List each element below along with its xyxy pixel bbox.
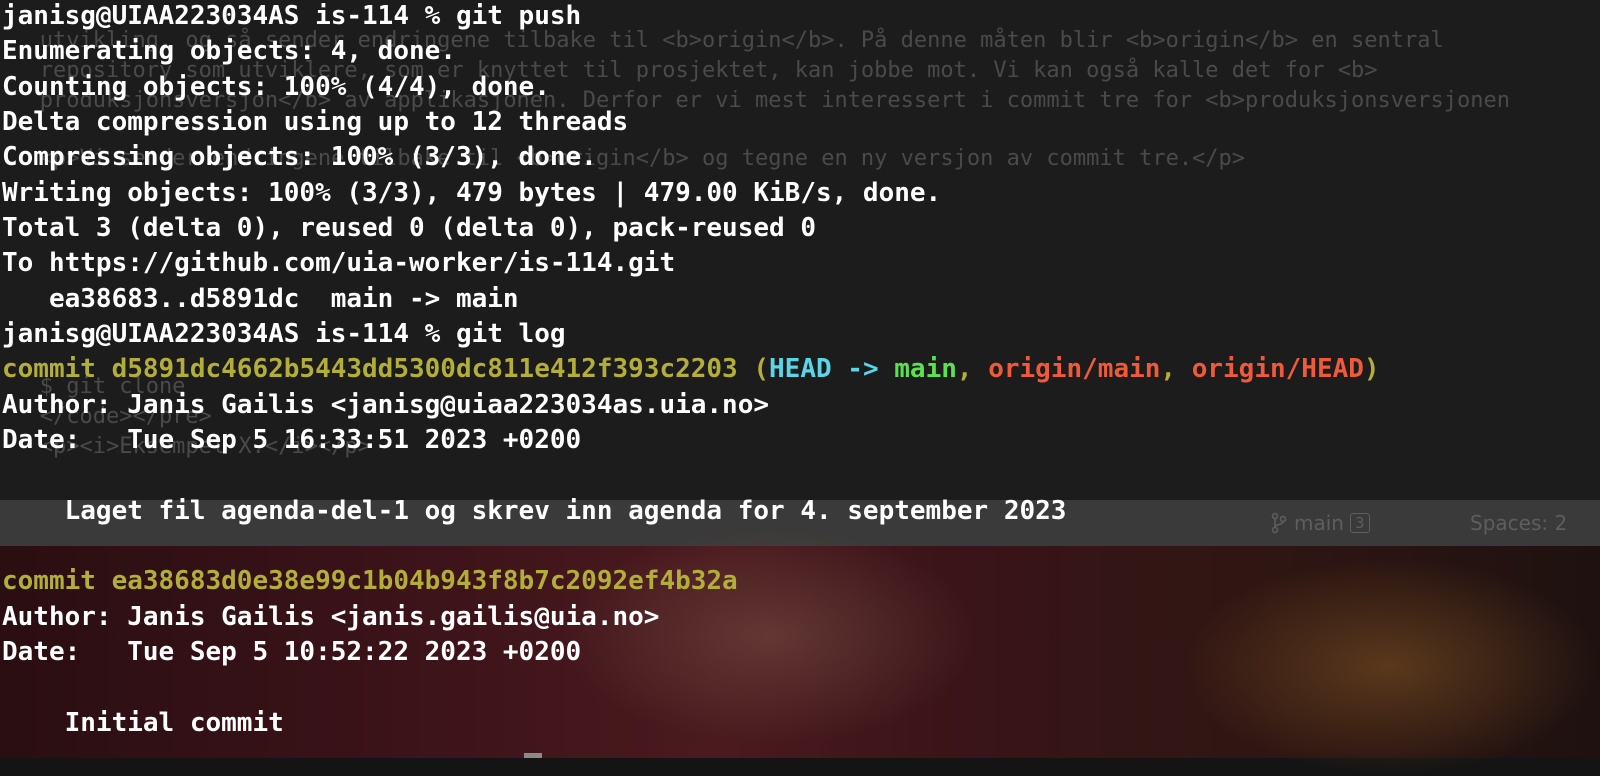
ref-separator: , [1160,354,1192,384]
output-line: To https://github.com/uia-worker/is-114.… [2,248,676,278]
output-line: Counting objects: 100% (4/4), done. [2,72,550,102]
output-line: Compressing objects: 100% (3/3), done. [2,142,597,172]
prompt-git-push: janisg@UIAA223034AS is-114 % git push [2,1,582,31]
commit-author: Author: Janis Gailis <janis.gailis@uia.n… [2,602,660,632]
terminal-window[interactable]: janisg@UIAA223034AS is-114 % git push En… [0,0,1600,758]
refs-close: ) [1363,354,1380,384]
output-line: Writing objects: 100% (3/3), 479 bytes |… [2,178,942,208]
output-line: Enumerating objects: 4, done. [2,36,456,66]
commit-date: Date: Tue Sep 5 16:33:51 2023 +0200 [2,425,582,455]
ref-arrow: -> [831,354,895,384]
ref-head: HEAD [769,354,832,384]
commit-author: Author: Janis Gailis <janisg@uiaa223034a… [2,390,770,420]
commit-hash: commit ea38683d0e38e99c1b04b943f8b7c2092… [2,566,738,596]
prompt-git-log: janisg@UIAA223034AS is-114 % git log [2,319,566,349]
output-line: Delta compression using up to 12 threads [2,107,629,137]
commit-line: commit d5891dc4662b5443dd5300dc811e412f3… [2,351,1380,387]
commit-message: Laget fil agenda-del-1 og skrev inn agen… [2,496,1067,526]
output-line: ea38683..d5891dc main -> main [2,284,519,314]
ref-branch-main: main [894,354,957,384]
commit-message: Initial commit [2,708,284,738]
commit-hash: commit d5891dc4662b5443dd5300dc811e412f3… [2,354,738,384]
ref-separator: , [956,354,989,384]
refs-open: ( [737,354,770,384]
output-line: Total 3 (delta 0), reused 0 (delta 0), p… [2,213,816,243]
ref-origin-main: origin/main [988,354,1161,384]
commit-date: Date: Tue Sep 5 10:52:22 2023 +0200 [2,637,582,667]
ref-origin-head: origin/HEAD [1191,354,1364,384]
